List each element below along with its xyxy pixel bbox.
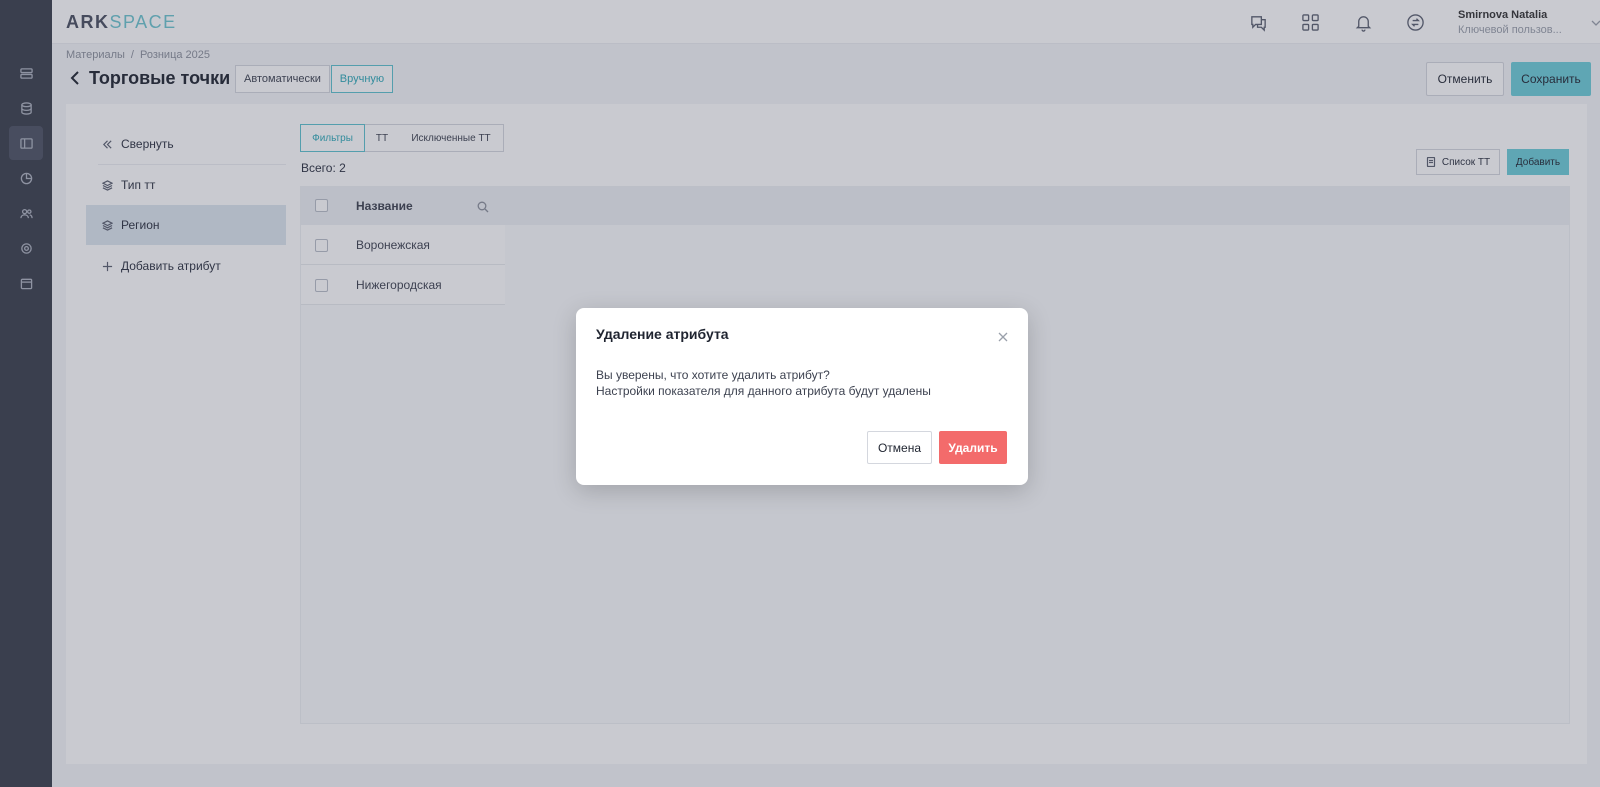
dialog-message-line: Вы уверены, что хотите удалить атрибут? — [596, 368, 830, 382]
dialog-delete-button[interactable]: Удалить — [939, 431, 1007, 464]
dialog-message-line: Настройки показателя для данного атрибут… — [596, 384, 931, 398]
dialog-message: Вы уверены, что хотите удалить атрибут? … — [596, 367, 931, 399]
close-icon — [998, 332, 1008, 342]
dialog-cancel-button[interactable]: Отмена — [867, 431, 932, 464]
dialog-close-button[interactable] — [998, 329, 1008, 342]
dialog-title: Удаление атрибута — [596, 326, 729, 342]
delete-attribute-dialog: Удаление атрибута Вы уверены, что хотите… — [576, 308, 1028, 485]
